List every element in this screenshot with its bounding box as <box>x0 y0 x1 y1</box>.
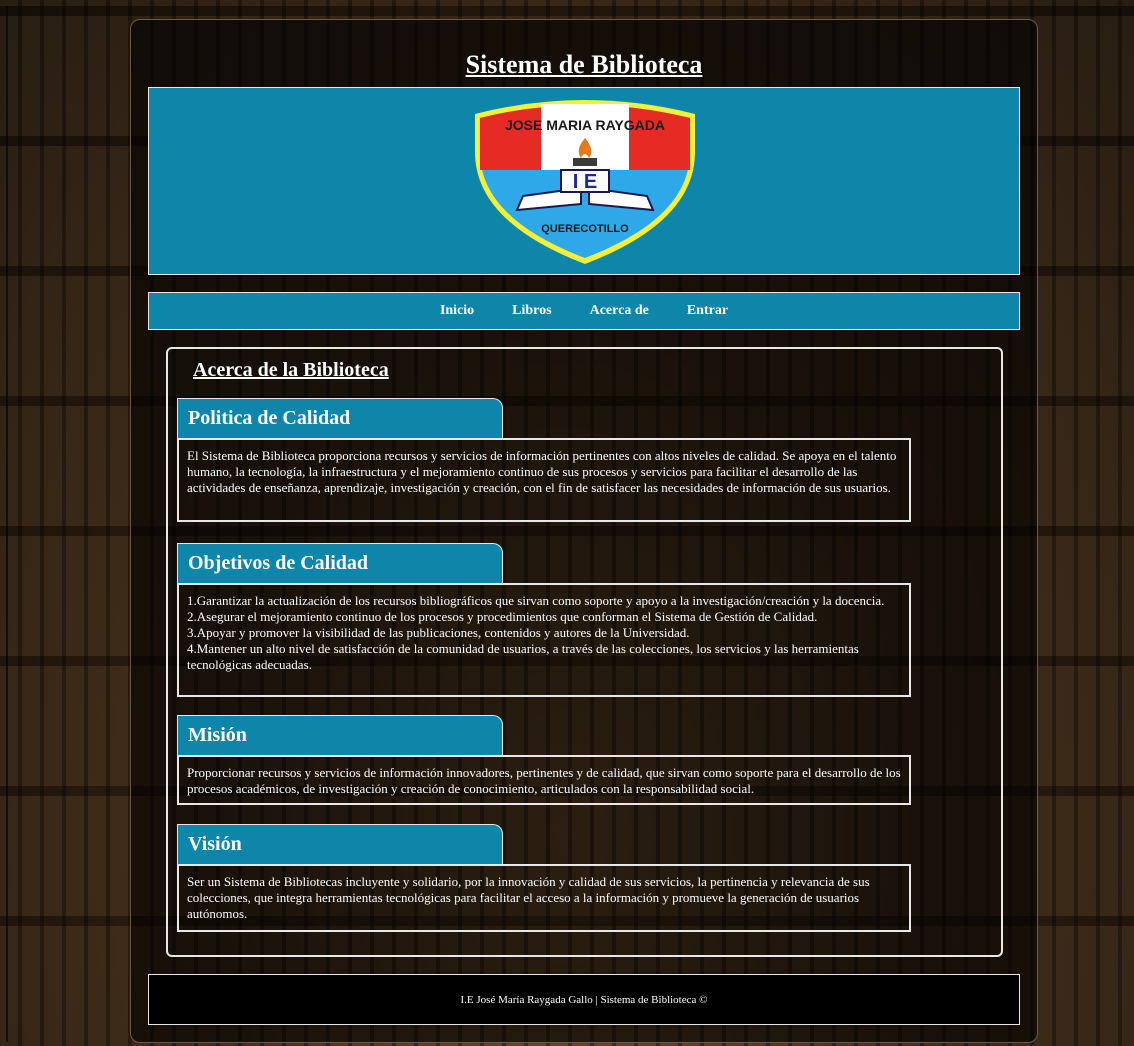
logo-initials: I E <box>573 171 597 193</box>
school-crest-logo: I E JOSE MARIA RAYGADA QUERECOTILLO <box>475 100 695 264</box>
objetivo-3: 3.Apoyar y promover la visibilidad de la… <box>187 625 690 640</box>
main-nav: Inicio Libros Acerca de Entrar <box>148 292 1020 330</box>
footer-text: I.E José María Raygada Gallo | Sistema d… <box>460 993 708 1006</box>
section-body-objetivos: 1.Garantizar la actualización de los rec… <box>177 583 911 697</box>
politica-text: El Sistema de Biblioteca proporciona rec… <box>187 448 897 495</box>
section-body-politica: El Sistema de Biblioteca proporciona rec… <box>177 438 911 522</box>
section-body-vision: Ser un Sistema de Bibliotecas incluyente… <box>177 864 911 932</box>
mision-text: Proporcionar recursos y servicios de inf… <box>187 765 901 796</box>
nav-inicio[interactable]: Inicio <box>440 303 474 319</box>
objetivo-2: 2.Asegurar el mejoramiento continuo de l… <box>187 609 818 624</box>
logo-top-text: JOSE MARIA RAYGADA <box>505 117 665 133</box>
footer: I.E José María Raygada Gallo | Sistema d… <box>148 974 1020 1025</box>
objetivo-4: 4.Mantener un alto nivel de satisfacción… <box>187 641 859 672</box>
objetivo-1: 1.Garantizar la actualización de los rec… <box>187 593 885 608</box>
section-heading-politica: Politica de Calidad <box>177 398 503 438</box>
section-body-mision: Proporcionar recursos y servicios de inf… <box>177 755 911 805</box>
nav-acerca-de[interactable]: Acerca de <box>590 303 649 319</box>
nav-entrar[interactable]: Entrar <box>687 303 728 319</box>
nav-libros[interactable]: Libros <box>512 303 551 319</box>
about-title: Acerca de la Biblioteca <box>193 359 389 381</box>
header-banner: I E JOSE MARIA RAYGADA QUERECOTILLO <box>148 87 1020 275</box>
page-container: Sistema de Biblioteca I E JOSE MARIA RAY… <box>130 19 1038 1043</box>
section-heading-mision: Misión <box>177 715 503 755</box>
about-panel: Acerca de la Biblioteca Politica de Cali… <box>166 347 1003 957</box>
site-title: Sistema de Biblioteca <box>465 50 703 79</box>
vision-text: Ser un Sistema de Bibliotecas incluyente… <box>187 874 870 921</box>
section-heading-objetivos: Objetivos de Calidad <box>177 543 503 583</box>
logo-bottom-text: QUERECOTILLO <box>541 223 629 235</box>
section-heading-vision: Visión <box>177 824 503 864</box>
